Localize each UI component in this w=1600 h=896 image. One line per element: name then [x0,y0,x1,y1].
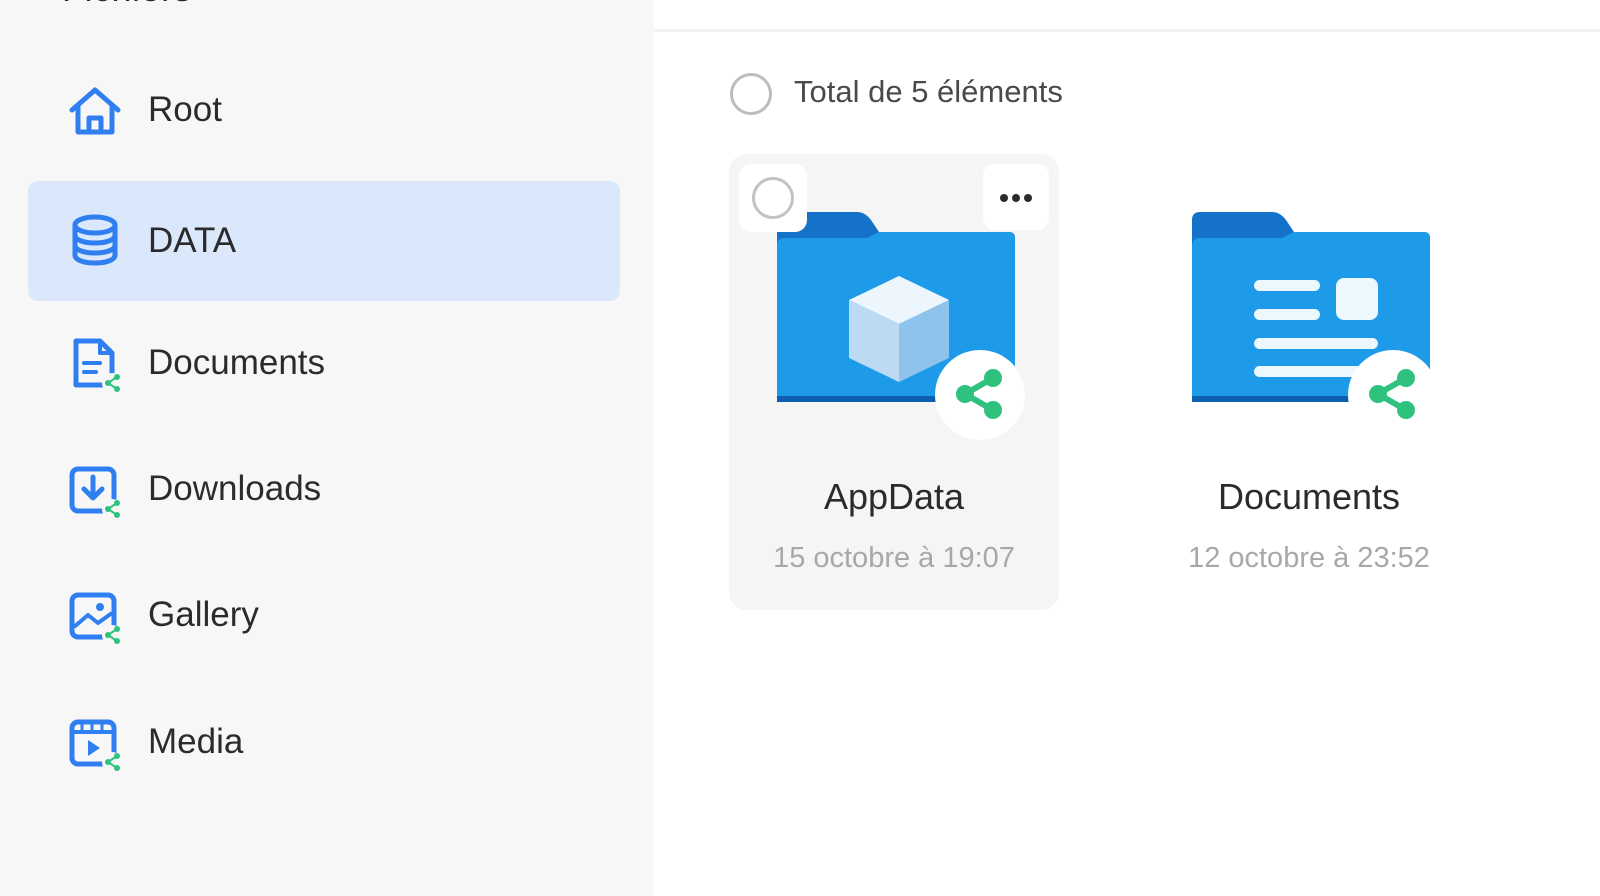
sidebar-item-gallery[interactable]: Gallery [28,555,620,675]
sidebar-item-label: DATA [148,221,237,260]
more-dots-icon [1000,194,1032,202]
sidebar-item-data[interactable]: DATA [28,181,620,301]
folder-card-documents[interactable]: Documents 12 octobre à 23:52 [1144,154,1474,610]
sidebar-item-label: Documents [148,343,326,382]
sidebar: Fichiers Root DATA [0,0,654,896]
sidebar-item-documents[interactable]: Documents [28,303,620,423]
share-icon [956,369,1002,419]
share-icon [1369,369,1415,419]
sidebar-item-downloads[interactable]: Downloads [28,429,620,549]
shared-badge [1348,350,1438,440]
folder-select-checkbox[interactable] [739,164,807,232]
sidebar-item-media[interactable]: Media [28,682,620,802]
file-manager-app: Fichiers Root DATA [0,0,1600,896]
folder-card-appdata[interactable]: AppData 15 octobre à 19:07 [729,154,1059,610]
sidebar-item-label: Gallery [148,595,259,634]
gallery-shared-icon [69,592,122,645]
checkbox-ring [752,177,794,219]
sidebar-item-label: Root [148,90,222,129]
media-shared-icon [69,719,122,772]
sidebar-title: Fichiers [62,0,192,10]
main-content: Total de 5 éléments AppData 15 octobre à… [654,0,1600,896]
home-icon [69,87,121,135]
shared-badge [935,350,1025,440]
select-all-checkbox[interactable] [730,73,772,115]
sidebar-item-label: Media [148,722,244,761]
folder-date: 15 octobre à 19:07 [773,542,1015,574]
database-icon [72,214,118,266]
more-options-button[interactable] [983,164,1049,230]
download-shared-icon [69,466,122,519]
sidebar-item-root[interactable]: Root [28,50,620,170]
top-bar [654,0,1600,32]
folder-name: Documents [1217,476,1401,517]
sidebar-item-label: Downloads [148,469,322,508]
document-shared-icon [73,338,122,393]
folder-date: 12 octobre à 23:52 [1188,542,1430,574]
item-count-label: Total de 5 éléments [794,74,1063,109]
folder-name: AppData [823,476,965,517]
